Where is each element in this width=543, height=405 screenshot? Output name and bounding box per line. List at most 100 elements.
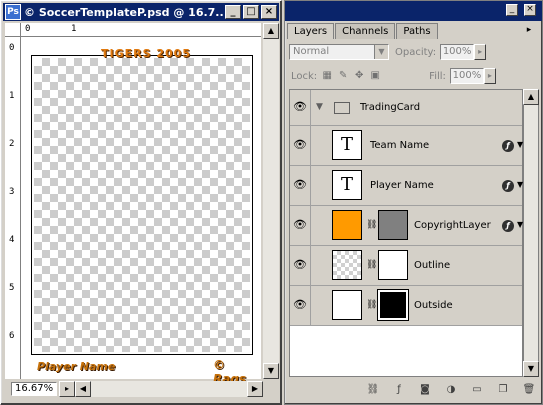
tab-channels[interactable]: Channels	[335, 23, 396, 39]
visibility-eye-icon[interactable]: 👁	[292, 298, 308, 314]
minimize-button[interactable]: _	[225, 5, 241, 19]
ruler-mark: 3	[9, 187, 15, 197]
group-name: TradingCard	[360, 102, 421, 113]
palette-close-button[interactable]: ×	[524, 4, 536, 16]
ruler-mark: 1	[9, 91, 15, 101]
palette-minimize-button[interactable]: _	[506, 4, 518, 16]
trading-card[interactable]	[31, 55, 253, 355]
lock-move-icon[interactable]: ✥	[353, 70, 365, 82]
ruler-mark: 1	[71, 24, 77, 34]
card-player-name: Player Name	[37, 360, 116, 373]
new-layer-icon[interactable]: ❐	[494, 383, 512, 397]
layer-mask-thumbnail[interactable]	[377, 289, 409, 321]
document-titlebar[interactable]: Ps © SoccerTemplateP.psd @ 16.7... _ □ ×	[3, 3, 279, 21]
layer-style-icon[interactable]: ƒ	[390, 383, 408, 397]
group-expand-icon[interactable]: ▼	[316, 102, 323, 112]
blend-mode-select[interactable]: Normal ▼	[289, 44, 389, 60]
document-title: © SoccerTemplateP.psd @ 16.7...	[24, 5, 223, 19]
palette-menu-icon[interactable]: ▸	[522, 25, 536, 37]
lock-brush-icon[interactable]: ✎	[337, 70, 349, 82]
layer-options-row: Normal ▼ Opacity: 100% ▸	[289, 43, 538, 61]
layers-list: 👁 ▼ TradingCard 👁 T Team Name ƒ ▼ 👁 T Pl…	[289, 89, 523, 377]
document-canvas[interactable]: TIGERS 2005 Player Name © Rags	[21, 37, 261, 386]
ruler-mark: 4	[9, 235, 15, 245]
layer-thumbnail	[332, 210, 362, 240]
scroll-up-button[interactable]: ▲	[523, 89, 539, 105]
layer-thumbnail	[332, 250, 362, 280]
trash-icon[interactable]: 🗑	[520, 383, 538, 397]
transparency-grid	[34, 58, 250, 352]
fill-slider-button[interactable]: ▸	[483, 68, 496, 84]
tab-paths[interactable]: Paths	[396, 23, 438, 39]
ruler-mark: 0	[25, 24, 31, 34]
horizontal-scrollbar[interactable]: ◀ ▶	[75, 381, 263, 397]
scroll-down-button[interactable]: ▼	[523, 361, 539, 377]
lock-all-icon[interactable]: ▣	[369, 70, 381, 82]
visibility-eye-icon[interactable]: 👁	[292, 138, 308, 154]
row-divider	[310, 286, 311, 325]
fill-field[interactable]: 100%	[449, 68, 484, 84]
card-team-title: TIGERS 2005	[101, 47, 191, 60]
new-group-icon[interactable]: ▭	[468, 383, 486, 397]
lock-label: Lock:	[291, 70, 318, 82]
opacity-label: Opacity:	[395, 46, 437, 58]
layer-effects-icon[interactable]: ƒ	[502, 140, 514, 152]
opacity-field[interactable]: 100%	[440, 44, 475, 60]
maximize-button[interactable]: □	[243, 5, 259, 19]
lock-transparency-icon[interactable]: ▦	[321, 70, 333, 82]
row-divider	[310, 246, 311, 285]
opacity-slider-button[interactable]: ▸	[474, 44, 487, 60]
visibility-eye-icon[interactable]: 👁	[292, 100, 308, 116]
fill-label: Fill:	[429, 70, 446, 82]
link-layers-icon[interactable]: ⛓	[364, 383, 382, 397]
scroll-left-button[interactable]: ◀	[75, 381, 91, 397]
layer-mask-thumbnail[interactable]	[378, 250, 408, 280]
status-menu-icon[interactable]: ▸	[59, 381, 75, 397]
ruler-mark: 2	[9, 139, 15, 149]
zoom-level-field[interactable]: 16.67%	[11, 382, 57, 396]
text-layer-thumbnail: T	[332, 170, 362, 200]
layer-row[interactable]: 👁 ⛓ CopyrightLayer ƒ ▼	[290, 206, 523, 246]
scroll-down-button[interactable]: ▼	[263, 363, 279, 379]
palette-titlebar[interactable]: _ ×	[285, 1, 542, 21]
ruler-mark: 0	[9, 43, 15, 53]
visibility-eye-icon[interactable]: 👁	[292, 178, 308, 194]
palette-tabs: Layers Channels Paths	[287, 23, 439, 39]
photoshop-app-icon[interactable]: Ps	[5, 4, 21, 20]
link-chain-icon[interactable]: ⛓	[366, 218, 377, 232]
ruler-mark: 6	[9, 331, 15, 341]
link-chain-icon[interactable]: ⛓	[366, 298, 377, 312]
ruler-vertical[interactable]: 0 1 2 3 4 5 6	[5, 37, 21, 379]
ruler-horizontal[interactable]: 0 1	[21, 23, 261, 37]
layer-row[interactable]: 👁 ⛓ Outline	[290, 246, 522, 286]
row-divider	[310, 90, 311, 125]
tab-layers[interactable]: Layers	[287, 23, 335, 39]
visibility-eye-icon[interactable]: 👁	[292, 258, 308, 274]
layer-name: CopyrightLayer	[414, 220, 491, 231]
layer-effects-icon[interactable]: ƒ	[502, 220, 514, 232]
scroll-right-button[interactable]: ▶	[247, 381, 263, 397]
add-mask-icon[interactable]: ◙	[416, 383, 434, 397]
link-chain-icon[interactable]: ⛓	[366, 258, 377, 272]
vertical-scrollbar[interactable]: ▲ ▼	[263, 23, 279, 379]
layer-name: Outside	[414, 300, 453, 311]
chevron-down-icon[interactable]: ▼	[374, 45, 388, 59]
row-divider	[310, 166, 311, 205]
layers-toolbar: ⛓ ƒ ◙ ◑ ▭ ❐ 🗑	[289, 381, 538, 399]
row-divider	[310, 206, 311, 245]
document-window: Ps © SoccerTemplateP.psd @ 16.7... _ □ ×…	[0, 0, 282, 405]
layer-row[interactable]: 👁 T Team Name ƒ ▼	[290, 126, 523, 166]
layer-effects-icon[interactable]: ƒ	[502, 180, 514, 192]
close-button[interactable]: ×	[261, 5, 277, 19]
scroll-up-button[interactable]: ▲	[263, 23, 279, 39]
ruler-origin[interactable]	[5, 23, 21, 37]
layer-thumbnail	[332, 290, 362, 320]
text-layer-thumbnail: T	[332, 130, 362, 160]
layer-row-group[interactable]: 👁 ▼ TradingCard	[290, 90, 522, 126]
layer-mask-thumbnail[interactable]	[378, 210, 408, 240]
visibility-eye-icon[interactable]: 👁	[292, 218, 308, 234]
layers-scrollbar[interactable]: ▲ ▼	[523, 89, 539, 377]
adjustment-layer-icon[interactable]: ◑	[442, 383, 460, 397]
layer-row[interactable]: 👁 ⛓ Outside	[290, 286, 522, 326]
layer-row[interactable]: 👁 T Player Name ƒ ▼	[290, 166, 523, 206]
